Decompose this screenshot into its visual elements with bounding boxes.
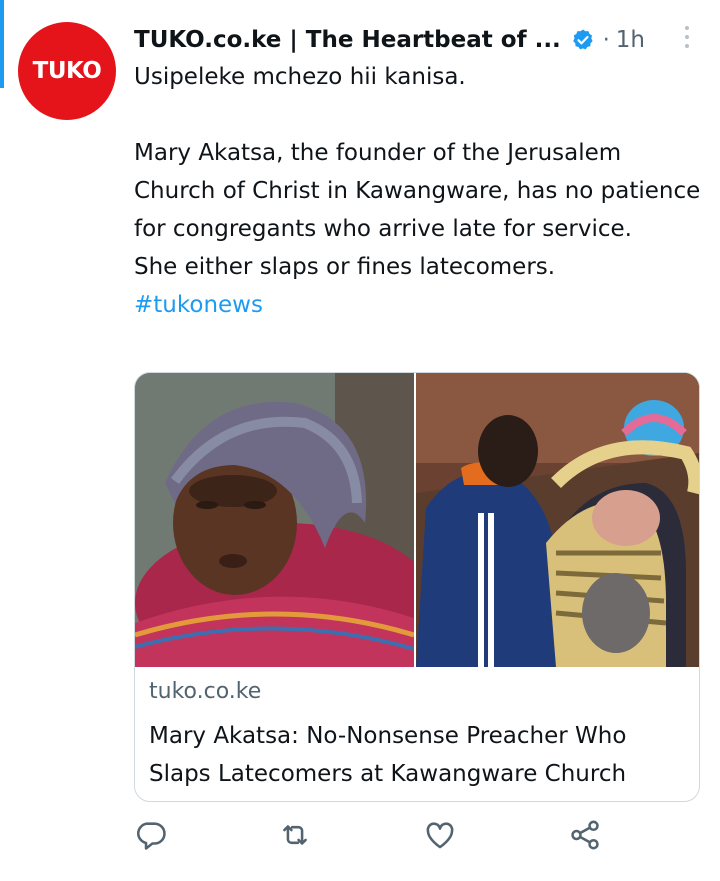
avatar-logo-text: TUKO: [32, 58, 102, 84]
tweet-line: Mary Akatsa, the founder of the Jerusale…: [134, 140, 701, 242]
tweet-timestamp[interactable]: 1h: [616, 27, 645, 53]
tweet-header: TUKO.co.ke | The Heartbeat of ... · 1h: [134, 18, 704, 62]
tweet-actions: [134, 818, 614, 858]
card-photo-woman: [135, 373, 414, 667]
share-icon[interactable]: [568, 818, 602, 852]
selection-accent-bar: [0, 0, 4, 88]
like-icon[interactable]: [423, 818, 457, 852]
reply-icon[interactable]: [134, 818, 168, 852]
tweet-line: Usipeleke mchezo hii kanisa.: [134, 64, 466, 90]
more-options-icon[interactable]: [684, 26, 690, 50]
author-name[interactable]: TUKO.co.ke | The Heartbeat of ...: [134, 27, 561, 53]
link-card[interactable]: tuko.co.ke Mary Akatsa: No-Nonsense Prea…: [134, 372, 700, 802]
tweet-line: She either slaps or fines latecomers.: [134, 254, 556, 280]
card-image[interactable]: [135, 373, 699, 667]
hashtag-link[interactable]: #tukonews: [134, 286, 704, 324]
separator-dot: ·: [602, 27, 610, 53]
card-photo-men: [416, 373, 699, 667]
verified-badge-icon: [572, 29, 593, 50]
tweet-body: Usipeleke mchezo hii kanisa. Mary Akatsa…: [134, 58, 704, 324]
retweet-icon[interactable]: [278, 818, 312, 852]
card-headline[interactable]: Mary Akatsa: No-Nonsense Preacher Who Sl…: [149, 717, 689, 793]
avatar[interactable]: TUKO: [18, 22, 116, 120]
card-domain: tuko.co.ke: [149, 679, 262, 704]
